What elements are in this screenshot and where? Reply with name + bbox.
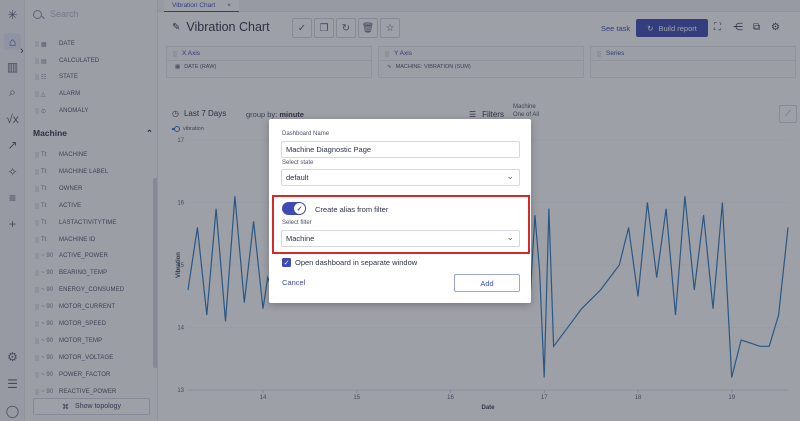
highlight-box — [272, 195, 530, 254]
dashboard-name-label: Dashboard Name — [282, 131, 330, 137]
separate-window-checkbox[interactable]: ✓ — [282, 258, 291, 267]
cancel-button[interactable]: Cancel — [282, 278, 305, 287]
app-root: ✳ ⌂ ▥ ⌕ √x ↗ ✧ ≡ + ⚙ ☰ ◯ Search ▦ DATE ▤… — [0, 0, 800, 421]
select-state-label: Select state — [282, 160, 314, 166]
select-state-dropdown[interactable]: default — [281, 169, 520, 186]
separate-window-label: Open dashboard in separate window — [295, 258, 418, 267]
add-button[interactable]: Add — [454, 274, 520, 292]
dashboard-name-input[interactable]: Machine Diagnostic Page — [281, 141, 520, 158]
